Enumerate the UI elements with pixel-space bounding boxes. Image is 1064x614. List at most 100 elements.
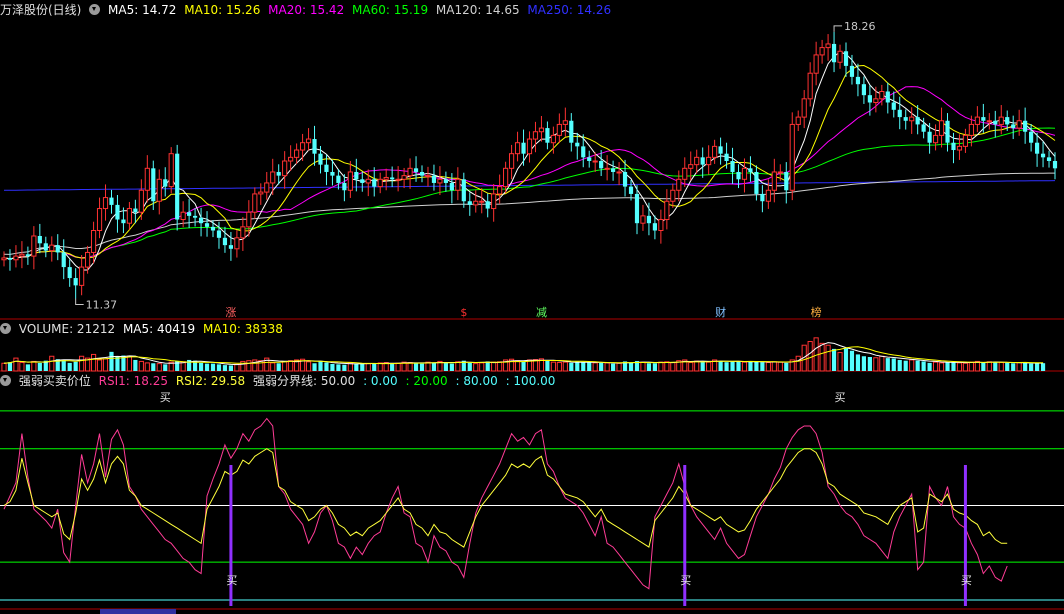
low-label: 11.37	[86, 299, 118, 312]
volume-bar	[115, 357, 120, 371]
candle-body	[545, 128, 550, 143]
candle-body	[336, 175, 341, 183]
volume-bar	[377, 362, 383, 372]
candle-body	[514, 142, 521, 155]
candle-body	[7, 257, 13, 260]
candle-body	[938, 120, 945, 136]
candle-body	[682, 167, 688, 180]
volume-bar	[951, 361, 956, 371]
volume-bar	[694, 360, 700, 372]
volume-bar	[825, 344, 831, 372]
volume-bar	[771, 361, 777, 372]
volume-bar	[545, 360, 550, 371]
volume-bar	[330, 364, 335, 371]
volume-bar	[49, 355, 55, 372]
candle-body	[473, 200, 479, 206]
volume-bar	[61, 359, 66, 371]
volume-bar	[736, 361, 741, 371]
candle-body	[873, 98, 879, 103]
candle-body	[252, 193, 258, 213]
candle-body	[998, 116, 1004, 125]
volume-bar	[431, 362, 437, 371]
volume-bar	[891, 358, 896, 371]
candle-body	[121, 219, 126, 224]
candle-body	[13, 255, 19, 261]
volume-bar	[198, 362, 204, 371]
candle-body	[927, 131, 932, 143]
candle-body	[634, 193, 640, 224]
volume-bar	[222, 365, 228, 371]
volume-bar	[252, 359, 258, 372]
candle-body	[175, 153, 180, 220]
volume-bar	[1029, 363, 1034, 371]
candle-body	[102, 197, 109, 210]
candle-body	[849, 65, 855, 77]
volume-bar	[581, 362, 586, 371]
volume-bar	[974, 360, 980, 372]
volume-bar	[365, 363, 371, 372]
candle-body	[431, 175, 437, 183]
candle-body	[712, 145, 718, 158]
volume-bar	[754, 361, 759, 371]
event-marker: 财	[715, 305, 726, 319]
candle-body	[526, 138, 533, 155]
candle-body	[993, 120, 998, 125]
candle-body	[718, 146, 723, 154]
candle-body	[485, 201, 490, 209]
candle-body	[138, 189, 144, 213]
volume-bar	[204, 363, 210, 371]
candle-body	[784, 171, 789, 191]
volume-bar	[258, 360, 264, 372]
candle-body	[915, 117, 920, 125]
candle-body	[962, 134, 969, 147]
stock-chart[interactable]: 18.2611.37涨 $ 减财榜买买买买买	[0, 0, 1064, 614]
candle-body	[156, 178, 162, 202]
candle-body	[491, 193, 497, 210]
candle-body	[383, 176, 389, 180]
candle-body	[198, 217, 204, 224]
candle-body	[550, 134, 556, 144]
volume-bar	[228, 365, 234, 371]
volume-bar	[670, 362, 676, 372]
candle-body	[974, 116, 980, 125]
volume-bar	[807, 341, 813, 372]
volume-bar	[246, 360, 252, 372]
volume-bar	[550, 361, 556, 372]
candle-body	[187, 212, 192, 216]
candle-body	[730, 161, 735, 172]
candle-body	[622, 171, 628, 187]
volume-bar	[640, 361, 646, 372]
volume-bar	[569, 362, 574, 371]
volume-bar	[664, 361, 670, 372]
volume-bar	[981, 362, 986, 371]
candle-body	[264, 182, 270, 193]
volume-bar	[921, 361, 926, 371]
volume-bar	[741, 361, 748, 372]
candle-body	[1040, 153, 1046, 158]
candle-body	[324, 164, 329, 172]
volume-bar	[718, 361, 723, 371]
volume-bar	[604, 362, 610, 372]
candle-body	[354, 171, 359, 180]
volume-bar	[96, 359, 103, 372]
volume-bar	[765, 362, 771, 372]
volume-bar	[843, 348, 849, 371]
candle-body	[521, 142, 526, 154]
volume-bar	[318, 361, 323, 371]
candle-body	[587, 157, 592, 161]
candle-body	[443, 179, 448, 183]
volume-bar	[956, 362, 963, 372]
candle-body	[49, 244, 55, 252]
candle-body	[676, 178, 682, 191]
volume-bar	[867, 357, 872, 371]
candle-body	[419, 171, 425, 176]
candle-body	[724, 153, 729, 161]
buy-label: 买	[680, 574, 691, 587]
volume-bar	[795, 355, 801, 372]
candle-body	[867, 95, 872, 103]
candle-body	[330, 171, 335, 176]
volume-bar	[270, 362, 276, 372]
candle-body	[96, 208, 103, 231]
volume-bar	[479, 362, 485, 372]
candle-body	[825, 43, 831, 49]
